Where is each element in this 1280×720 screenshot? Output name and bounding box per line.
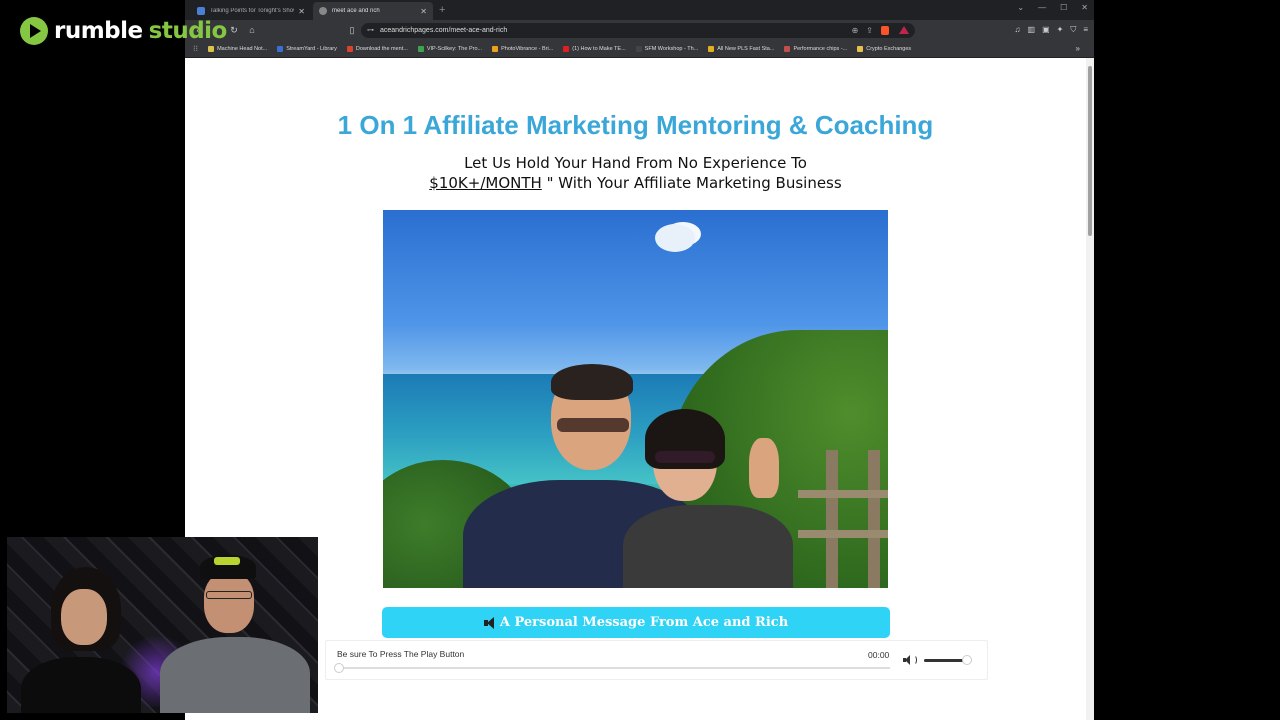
personal-message-label: A Personal Message From Ace and Rich	[499, 615, 789, 630]
bookmark-item[interactable]: (1) How to Make TE...	[563, 45, 626, 52]
host-woman	[17, 567, 147, 713]
minimize-button[interactable]: —	[1038, 3, 1046, 12]
bookmark-item[interactable]: Download the ment...	[346, 45, 408, 52]
bookmark-favicon-icon	[857, 45, 864, 52]
man-figure	[443, 364, 703, 588]
reload-button[interactable]: ↻	[227, 23, 241, 37]
media-icon[interactable]: ♫	[1015, 25, 1021, 35]
bookmark-favicon-icon	[346, 45, 353, 52]
bookmark-favicon-icon	[563, 45, 570, 52]
extensions-icon[interactable]: ✦	[1057, 25, 1064, 35]
bookmark-item[interactable]: PhotoVibrance - Bri...	[492, 45, 554, 52]
subtitle-amount: $10K+/MONTH	[429, 174, 542, 192]
page-content: 1 On 1 Affiliate Marketing Mentoring & C…	[185, 58, 1086, 720]
bookmark-label: (1) How to Make TE...	[572, 45, 626, 52]
bookmark-item[interactable]: SFM Workshop - Th...	[635, 45, 699, 52]
browser-window: Talking Points for Tonight's Show ✕ meet…	[185, 0, 1094, 720]
bookmark-list: Machine Head Not... StreamYard - Library D…	[208, 45, 921, 52]
bookmark-favicon-icon	[708, 45, 715, 52]
share-icon[interactable]: ⇪	[866, 26, 873, 35]
hero-photo	[383, 210, 888, 588]
wooden-fence	[798, 450, 888, 588]
bookmark-label: PhotoVibrance - Bri...	[501, 45, 554, 52]
tab-bar: Talking Points for Tonight's Show ✕ meet…	[185, 0, 1094, 20]
bookmark-label: SFM Workshop - Th...	[644, 45, 699, 52]
page-scrollbar[interactable]	[1086, 58, 1094, 720]
site-info-icon[interactable]: ⊶	[367, 26, 374, 34]
bookmark-label: All New PLS Fast Sta...	[717, 45, 775, 52]
stream-stage: rumble studio Talking Points for Tonight…	[0, 0, 1280, 720]
toolbar-right: ♫ ▥ ▣ ✦ ⛉ ≡	[1015, 25, 1089, 35]
personal-message-button[interactable]: A Personal Message From Ace and Rich	[382, 607, 890, 638]
brave-rewards-icon[interactable]	[899, 26, 909, 34]
tab-meet-ace-and-rich[interactable]: meet ace and rich ✕	[313, 2, 433, 20]
rumble-play-icon	[20, 17, 48, 45]
sidebar-icon[interactable]: ▥	[1028, 25, 1036, 35]
bookmark-icon[interactable]: ▯	[345, 23, 359, 37]
url-text[interactable]: aceandrichpages.com/meet-ace-and-rich	[380, 27, 844, 34]
close-icon[interactable]: ✕	[298, 7, 305, 16]
progress-handle[interactable]	[334, 663, 344, 673]
volume-wave-icon	[911, 655, 917, 665]
close-icon[interactable]: ✕	[420, 7, 427, 16]
bookmark-favicon-icon	[784, 45, 791, 52]
scrollbar-thumb[interactable]	[1088, 66, 1092, 236]
rumble-brand-suffix: studio	[148, 18, 228, 44]
host-man	[152, 551, 318, 713]
progress-bar[interactable]	[334, 663, 890, 673]
speaker-icon	[483, 616, 496, 629]
bookmarks-bar: ⁝⁝ Machine Head Not... StreamYard - Libra…	[185, 40, 1094, 58]
bookmark-item[interactable]: StreamYard - Library	[277, 45, 337, 52]
menu-icon[interactable]: ≡	[1083, 25, 1088, 35]
zoom-icon[interactable]: ⊕	[852, 26, 859, 35]
subtitle-line-2: $10K+/MONTH " With Your Affiliate Market…	[185, 174, 1086, 192]
rumble-studio-logo: rumble studio	[20, 14, 227, 48]
subtitle-rest: " With Your Affiliate Marketing Business	[541, 174, 842, 192]
player-time: 00:00	[868, 650, 890, 660]
globe-icon	[319, 7, 327, 15]
vpn-icon[interactable]: ⛉	[1070, 25, 1076, 35]
bookmark-favicon-icon	[492, 45, 499, 52]
volume-fill	[924, 659, 968, 662]
bookmark-favicon-icon	[277, 45, 284, 52]
home-icon[interactable]: ⌂	[245, 23, 259, 37]
peace-sign-hand	[749, 438, 779, 498]
window-controls: ⌄ — ☐ ✕	[1017, 3, 1088, 12]
more-bookmarks-icon[interactable]: »	[1076, 44, 1080, 53]
woman-figure	[623, 409, 793, 588]
volume-slider[interactable]	[924, 655, 973, 665]
bookmark-label: Performance chips -...	[793, 45, 848, 52]
bookmark-label: Download the ment...	[355, 45, 408, 52]
audio-player: Be sure To Press The Play Button 00:00	[325, 640, 988, 680]
bookmark-item[interactable]: VIP-Scilkey: The Pro...	[417, 45, 483, 52]
subtitle-line-1: Let Us Hold Your Hand From No Experience…	[464, 154, 807, 172]
close-window-button[interactable]: ✕	[1081, 3, 1088, 12]
chevron-down-icon[interactable]: ⌄	[1017, 3, 1024, 12]
bookmark-label: StreamYard - Library	[286, 45, 337, 52]
bookmark-label: VIP-Scilkey: The Pro...	[426, 45, 483, 52]
new-tab-button[interactable]: +	[439, 4, 445, 16]
wallet-icon[interactable]: ▣	[1042, 25, 1050, 35]
browser-toolbar: ‹ › ↻ ⌂ ▯ ⊶ aceandrichpages.com/meet-ace…	[185, 20, 1094, 40]
player-label: Be sure To Press The Play Button	[337, 649, 465, 659]
rumble-brand-word: rumble	[54, 18, 143, 44]
bookmark-item[interactable]: Performance chips -...	[784, 45, 848, 52]
bookmark-item[interactable]: Crypto Exchanges	[857, 45, 912, 52]
address-bar[interactable]: ⊶ aceandrichpages.com/meet-ace-and-rich …	[361, 22, 915, 38]
bookmark-item[interactable]: All New PLS Fast Sta...	[708, 45, 775, 52]
webcam-overlay	[7, 537, 318, 713]
page-title: 1 On 1 Affiliate Marketing Mentoring & C…	[337, 110, 934, 140]
bookmark-favicon-icon	[635, 45, 642, 52]
maximize-button[interactable]: ☐	[1060, 3, 1067, 12]
bookmark-favicon-icon	[417, 45, 424, 52]
brave-shield-icon[interactable]	[881, 25, 889, 35]
tab-title: meet ace and rich	[332, 8, 380, 14]
volume-handle[interactable]	[962, 655, 973, 665]
cloud	[655, 224, 695, 252]
bookmark-label: Crypto Exchanges	[866, 45, 912, 52]
